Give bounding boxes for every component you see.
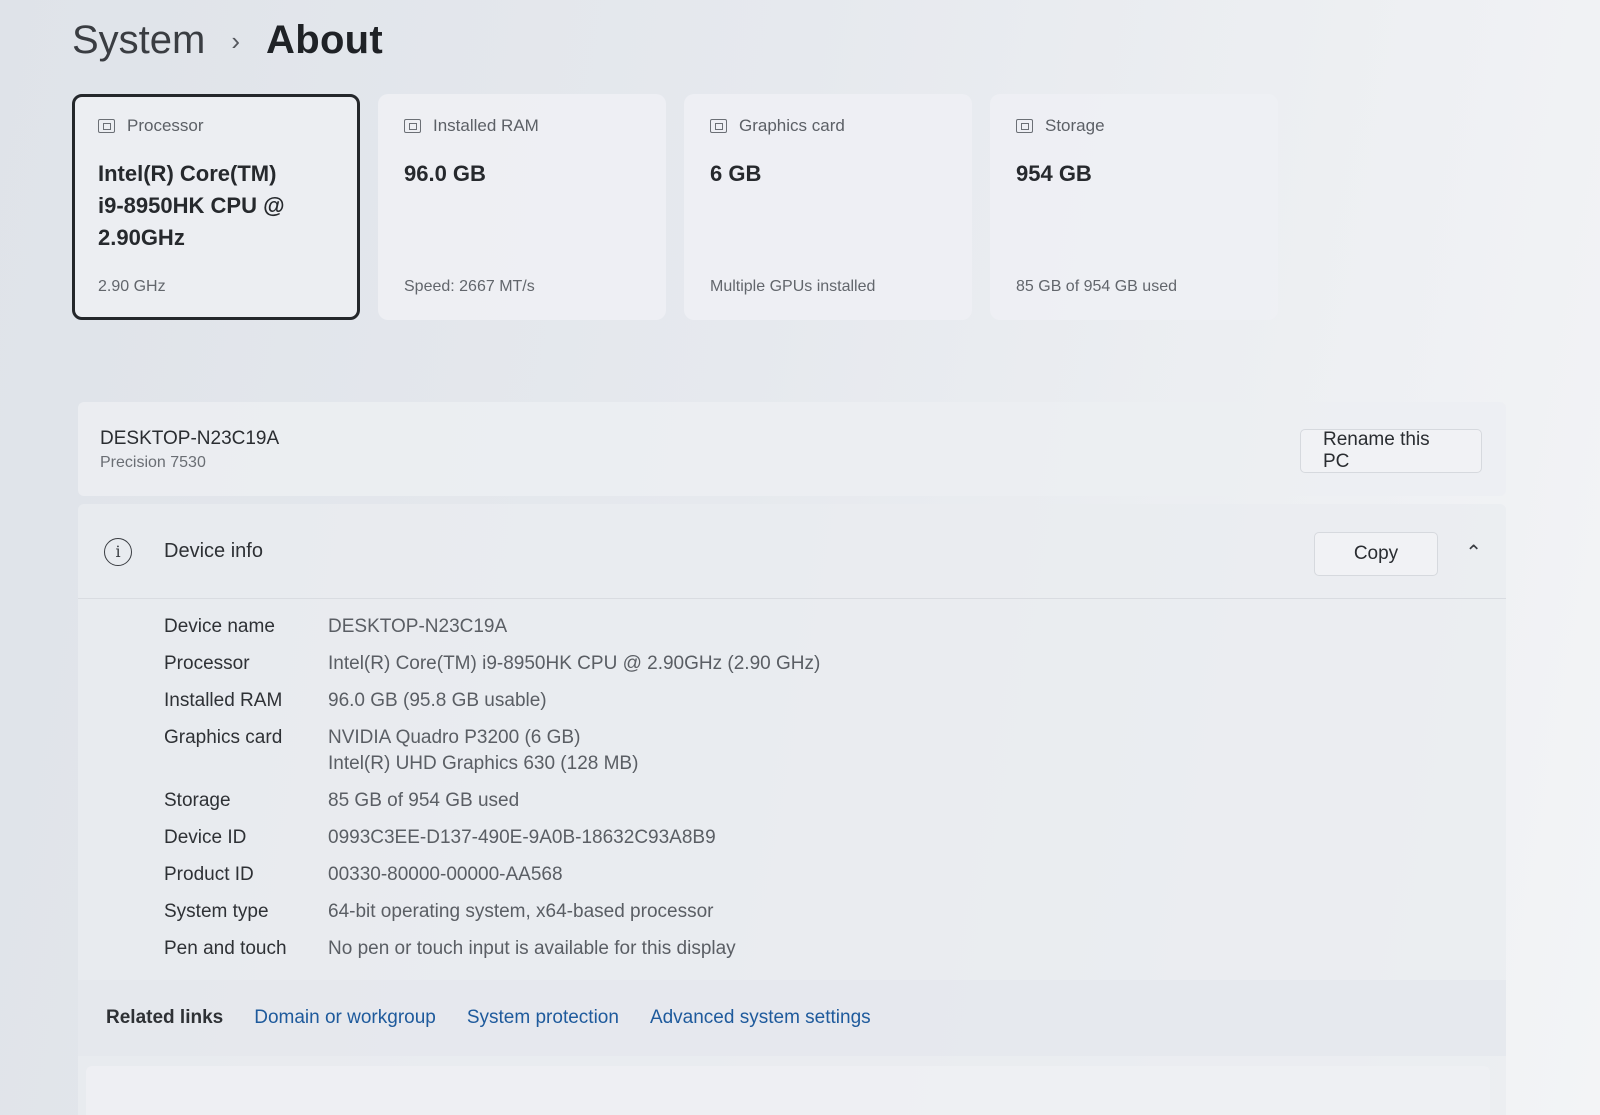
spec-row: Device name DESKTOP-N23C19A	[164, 614, 820, 640]
breadcrumb: System › About	[72, 18, 383, 63]
spec-value: DESKTOP-N23C19A	[328, 616, 508, 637]
pc-name: DESKTOP-N23C19A	[100, 428, 280, 449]
divider	[78, 598, 1506, 599]
spec-label: Product ID	[164, 864, 254, 885]
graphics-card-card[interactable]: Graphics card 6 GB Multiple GPUs install…	[684, 94, 972, 320]
card-sub: 85 GB of 954 GB used	[1016, 278, 1177, 295]
graphics-card-icon	[710, 119, 727, 133]
spec-value: 85 GB of 954 GB used	[328, 790, 520, 811]
spec-row: Product ID 00330-80000-00000-AA568	[164, 862, 820, 888]
pc-name-row: DESKTOP-N23C19A Precision 7530 Rename th…	[78, 402, 1506, 496]
related-links-bar: Related links Domain or workgroup System…	[78, 980, 1506, 1056]
spec-row: Storage 85 GB of 954 GB used	[164, 788, 820, 814]
card-label: Graphics card	[739, 116, 845, 135]
spec-row: Device ID 0993C3EE-D137-490E-9A0B-18632C…	[164, 825, 820, 851]
spec-value: 64-bit operating system, x64-based proce…	[328, 901, 714, 922]
spec-value: 0993C3EE-D137-490E-9A0B-18632C93A8B9	[328, 827, 716, 848]
spec-label: Processor	[164, 653, 250, 674]
processor-card[interactable]: Processor Intel(R) Core(TM) i9-8950HK CP…	[72, 94, 360, 320]
spec-value: 00330-80000-00000-AA568	[328, 864, 563, 885]
spec-row: System type 64-bit operating system, x64…	[164, 899, 820, 925]
chevron-right-icon: ›	[231, 26, 241, 56]
device-info-header[interactable]: i Device info Copy ⌃	[78, 504, 1506, 598]
chevron-up-icon[interactable]: ⌃	[1465, 540, 1482, 565]
spec-value: No pen or touch input is available for t…	[328, 938, 736, 959]
page-title: About	[266, 18, 384, 62]
pc-model: Precision 7530	[100, 454, 206, 471]
spec-cards: Processor Intel(R) Core(TM) i9-8950HK CP…	[72, 94, 1278, 320]
rename-pc-button[interactable]: Rename this PC	[1300, 429, 1482, 473]
spec-label: Installed RAM	[164, 690, 283, 711]
spec-value-line: NVIDIA Quadro P3200 (6 GB)	[328, 727, 581, 748]
spec-value-line: Intel(R) UHD Graphics 630 (128 MB)	[328, 753, 639, 774]
card-value: Intel(R) Core(TM) i9-8950HK CPU @ 2.90GH…	[98, 161, 285, 250]
ram-icon	[404, 119, 421, 133]
card-label: Storage	[1045, 116, 1105, 135]
copy-button[interactable]: Copy	[1314, 532, 1438, 576]
card-sub: 2.90 GHz	[98, 278, 166, 295]
advanced-system-settings-link[interactable]: Advanced system settings	[650, 1007, 871, 1029]
storage-icon	[1016, 119, 1033, 133]
spec-value: Intel(R) Core(TM) i9-8950HK CPU @ 2.90GH…	[328, 653, 821, 674]
card-label: Processor	[127, 116, 204, 135]
system-protection-link[interactable]: System protection	[467, 1007, 619, 1029]
breadcrumb-system[interactable]: System	[72, 18, 205, 63]
card-value: 6 GB	[710, 161, 762, 186]
spec-label: Pen and touch	[164, 938, 287, 959]
spec-label: Device name	[164, 616, 275, 637]
related-links-label: Related links	[106, 1007, 224, 1028]
card-value: 954 GB	[1016, 161, 1092, 186]
spec-row: Installed RAM 96.0 GB (95.8 GB usable)	[164, 688, 820, 714]
spec-label: Graphics card	[164, 727, 283, 748]
card-sub: Speed: 2667 MT/s	[404, 278, 535, 295]
device-info-panel: i Device info Copy ⌃ Device name DESKTOP…	[78, 504, 1506, 1115]
info-icon: i	[104, 538, 132, 566]
spec-row: Processor Intel(R) Core(TM) i9-8950HK CP…	[164, 651, 820, 677]
processor-icon	[98, 119, 115, 133]
device-info-title: Device info	[164, 540, 263, 562]
spec-label: Storage	[164, 790, 231, 811]
spec-value-multi: NVIDIA Quadro P3200 (6 GB) Intel(R) UHD …	[328, 725, 638, 777]
domain-workgroup-link[interactable]: Domain or workgroup	[254, 1007, 436, 1029]
device-spec-list: Device name DESKTOP-N23C19A Processor In…	[164, 614, 820, 973]
card-value: 96.0 GB	[404, 161, 486, 186]
next-section-strip	[86, 1066, 1490, 1115]
card-sub: Multiple GPUs installed	[710, 278, 876, 295]
spec-label: Device ID	[164, 827, 247, 848]
storage-card[interactable]: Storage 954 GB 85 GB of 954 GB used	[990, 94, 1278, 320]
spec-row: Graphics card NVIDIA Quadro P3200 (6 GB)…	[164, 725, 820, 777]
spec-label: System type	[164, 901, 269, 922]
spec-value: 96.0 GB (95.8 GB usable)	[328, 690, 547, 711]
card-label: Installed RAM	[433, 116, 539, 135]
ram-card[interactable]: Installed RAM 96.0 GB Speed: 2667 MT/s	[378, 94, 666, 320]
spec-row: Pen and touch No pen or touch input is a…	[164, 936, 820, 962]
